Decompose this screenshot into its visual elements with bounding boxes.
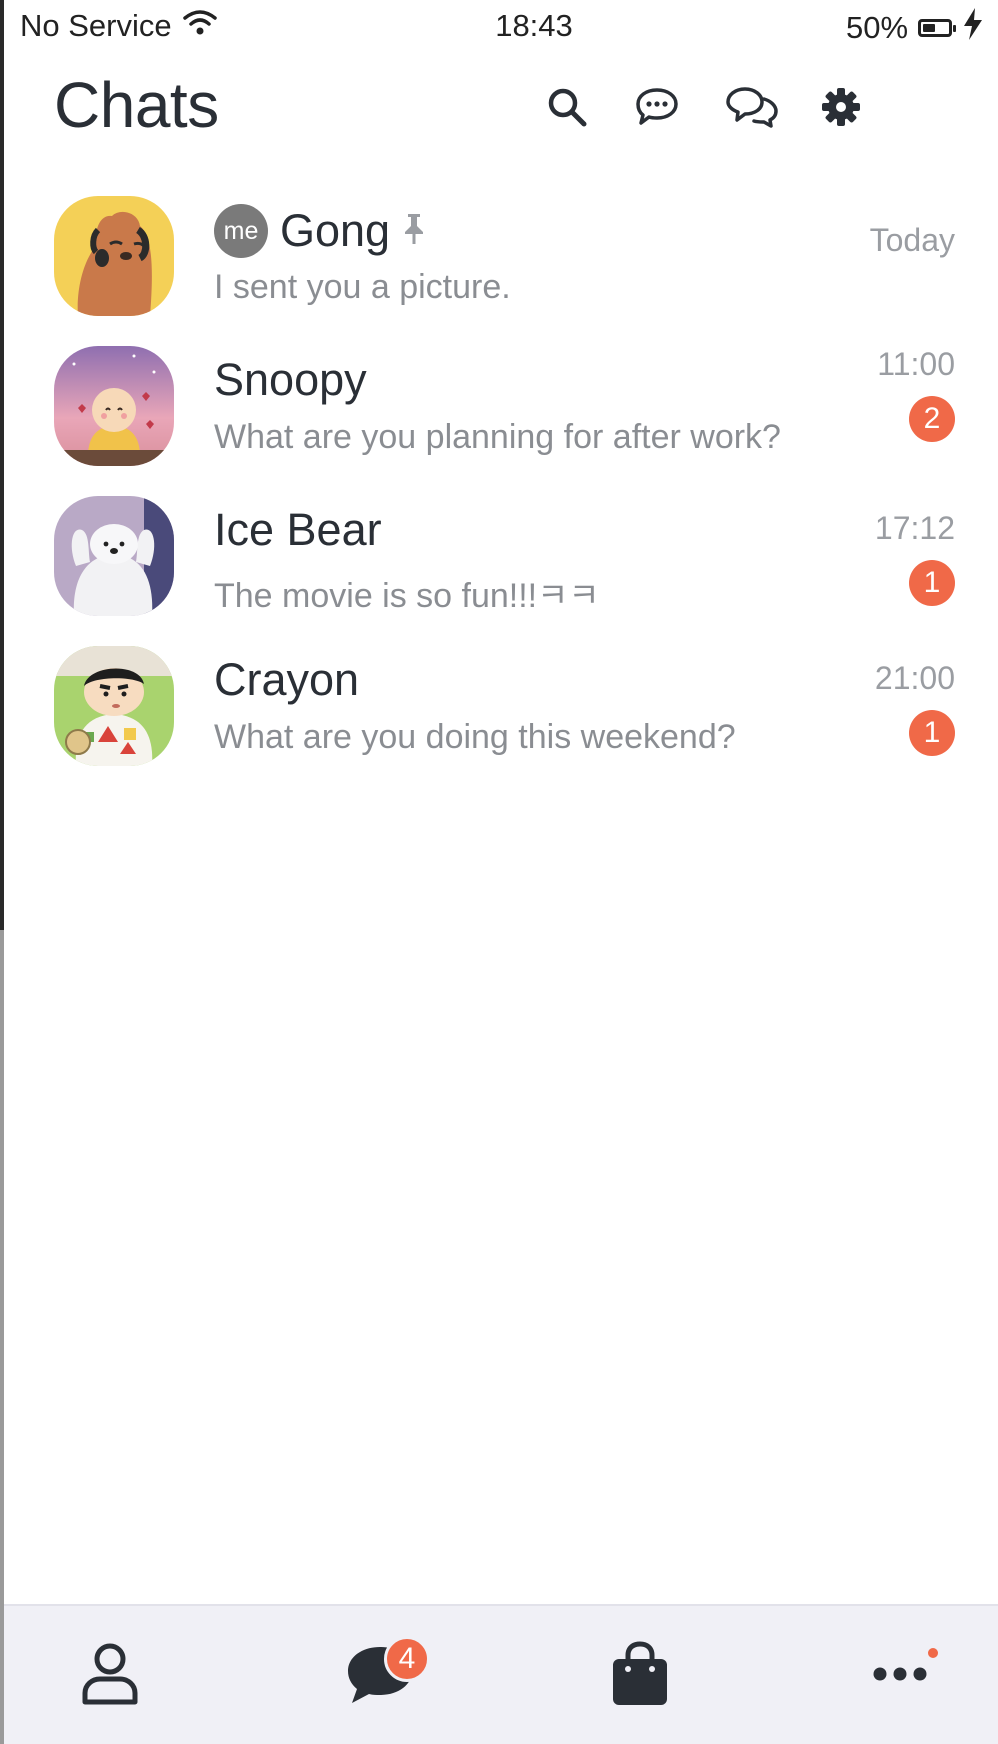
more-dots-icon [870,1664,930,1689]
header: Chats [4,60,998,160]
me-badge: me [214,204,268,258]
chat-name-row: Snoopy [214,354,367,406]
battery-fill [923,24,936,32]
chat-last-message: What are you planning for after work? [214,418,781,456]
chat-time: 17:12 [874,510,955,546]
chat-bubble-icon[interactable] [632,82,682,132]
chat-time: 21:00 [874,660,955,696]
pin-icon [402,205,426,257]
nav-friends[interactable] [60,1626,160,1726]
status-bar: No Service 18:43 50% [4,0,998,54]
friends-person-icon [78,1641,142,1712]
unread-badge: 1 [909,560,955,606]
chat-name: Snoopy [214,354,367,405]
chats-screen: No Service 18:43 50% Chats me Gong I sen… [4,0,998,1744]
unread-badge: 2 [909,396,955,442]
chat-name: Gong [280,205,391,256]
chat-name-row: me Gong [214,204,426,258]
battery-icon [918,19,957,37]
avatar-snoopy [54,346,174,466]
avatar-ice-bear [54,496,174,616]
avatar-crayon [54,646,174,766]
chat-time: 11:00 [877,346,955,382]
nav-shopping[interactable] [590,1626,690,1726]
chat-name-row: Crayon [214,654,359,706]
chat-last-message: I sent you a picture. [214,268,511,306]
chat-row-snoopy[interactable]: Snoopy What are you planning for after w… [4,340,998,470]
battery-percent: 50% [846,10,909,45]
unread-badge: 1 [909,710,955,756]
chat-row-ice-bear[interactable]: Ice Bear The movie is so fun!!!ㅋㅋ 17:12 … [4,490,998,620]
shopping-bag-icon [610,1640,670,1712]
chat-name: Ice Bear [214,504,382,555]
search-icon[interactable] [542,82,592,132]
chat-name-row: Ice Bear [214,504,382,556]
chat-row-gong[interactable]: me Gong I sent you a picture. Today [4,190,998,320]
page-title: Chats [54,69,219,141]
chat-name: Crayon [214,654,360,705]
bottom-nav: 4 [4,1604,998,1744]
open-chat-icon[interactable] [722,82,782,132]
chat-row-crayon[interactable]: Crayon What are you doing this weekend? … [4,640,998,770]
more-notification-dot [928,1648,938,1658]
charging-bolt-icon [962,8,984,48]
chats-unread-badge: 4 [384,1636,430,1682]
status-time: 18:43 [495,8,573,43]
chat-last-message: The movie is so fun!!!ㅋㅋ [214,577,600,615]
chat-time: Today [869,222,955,258]
settings-gear-icon[interactable] [816,82,866,132]
nav-more[interactable] [850,1626,950,1726]
chat-last-message: What are you doing this weekend? [214,718,736,756]
status-right: 50% [846,8,984,48]
avatar-gong [54,196,174,316]
